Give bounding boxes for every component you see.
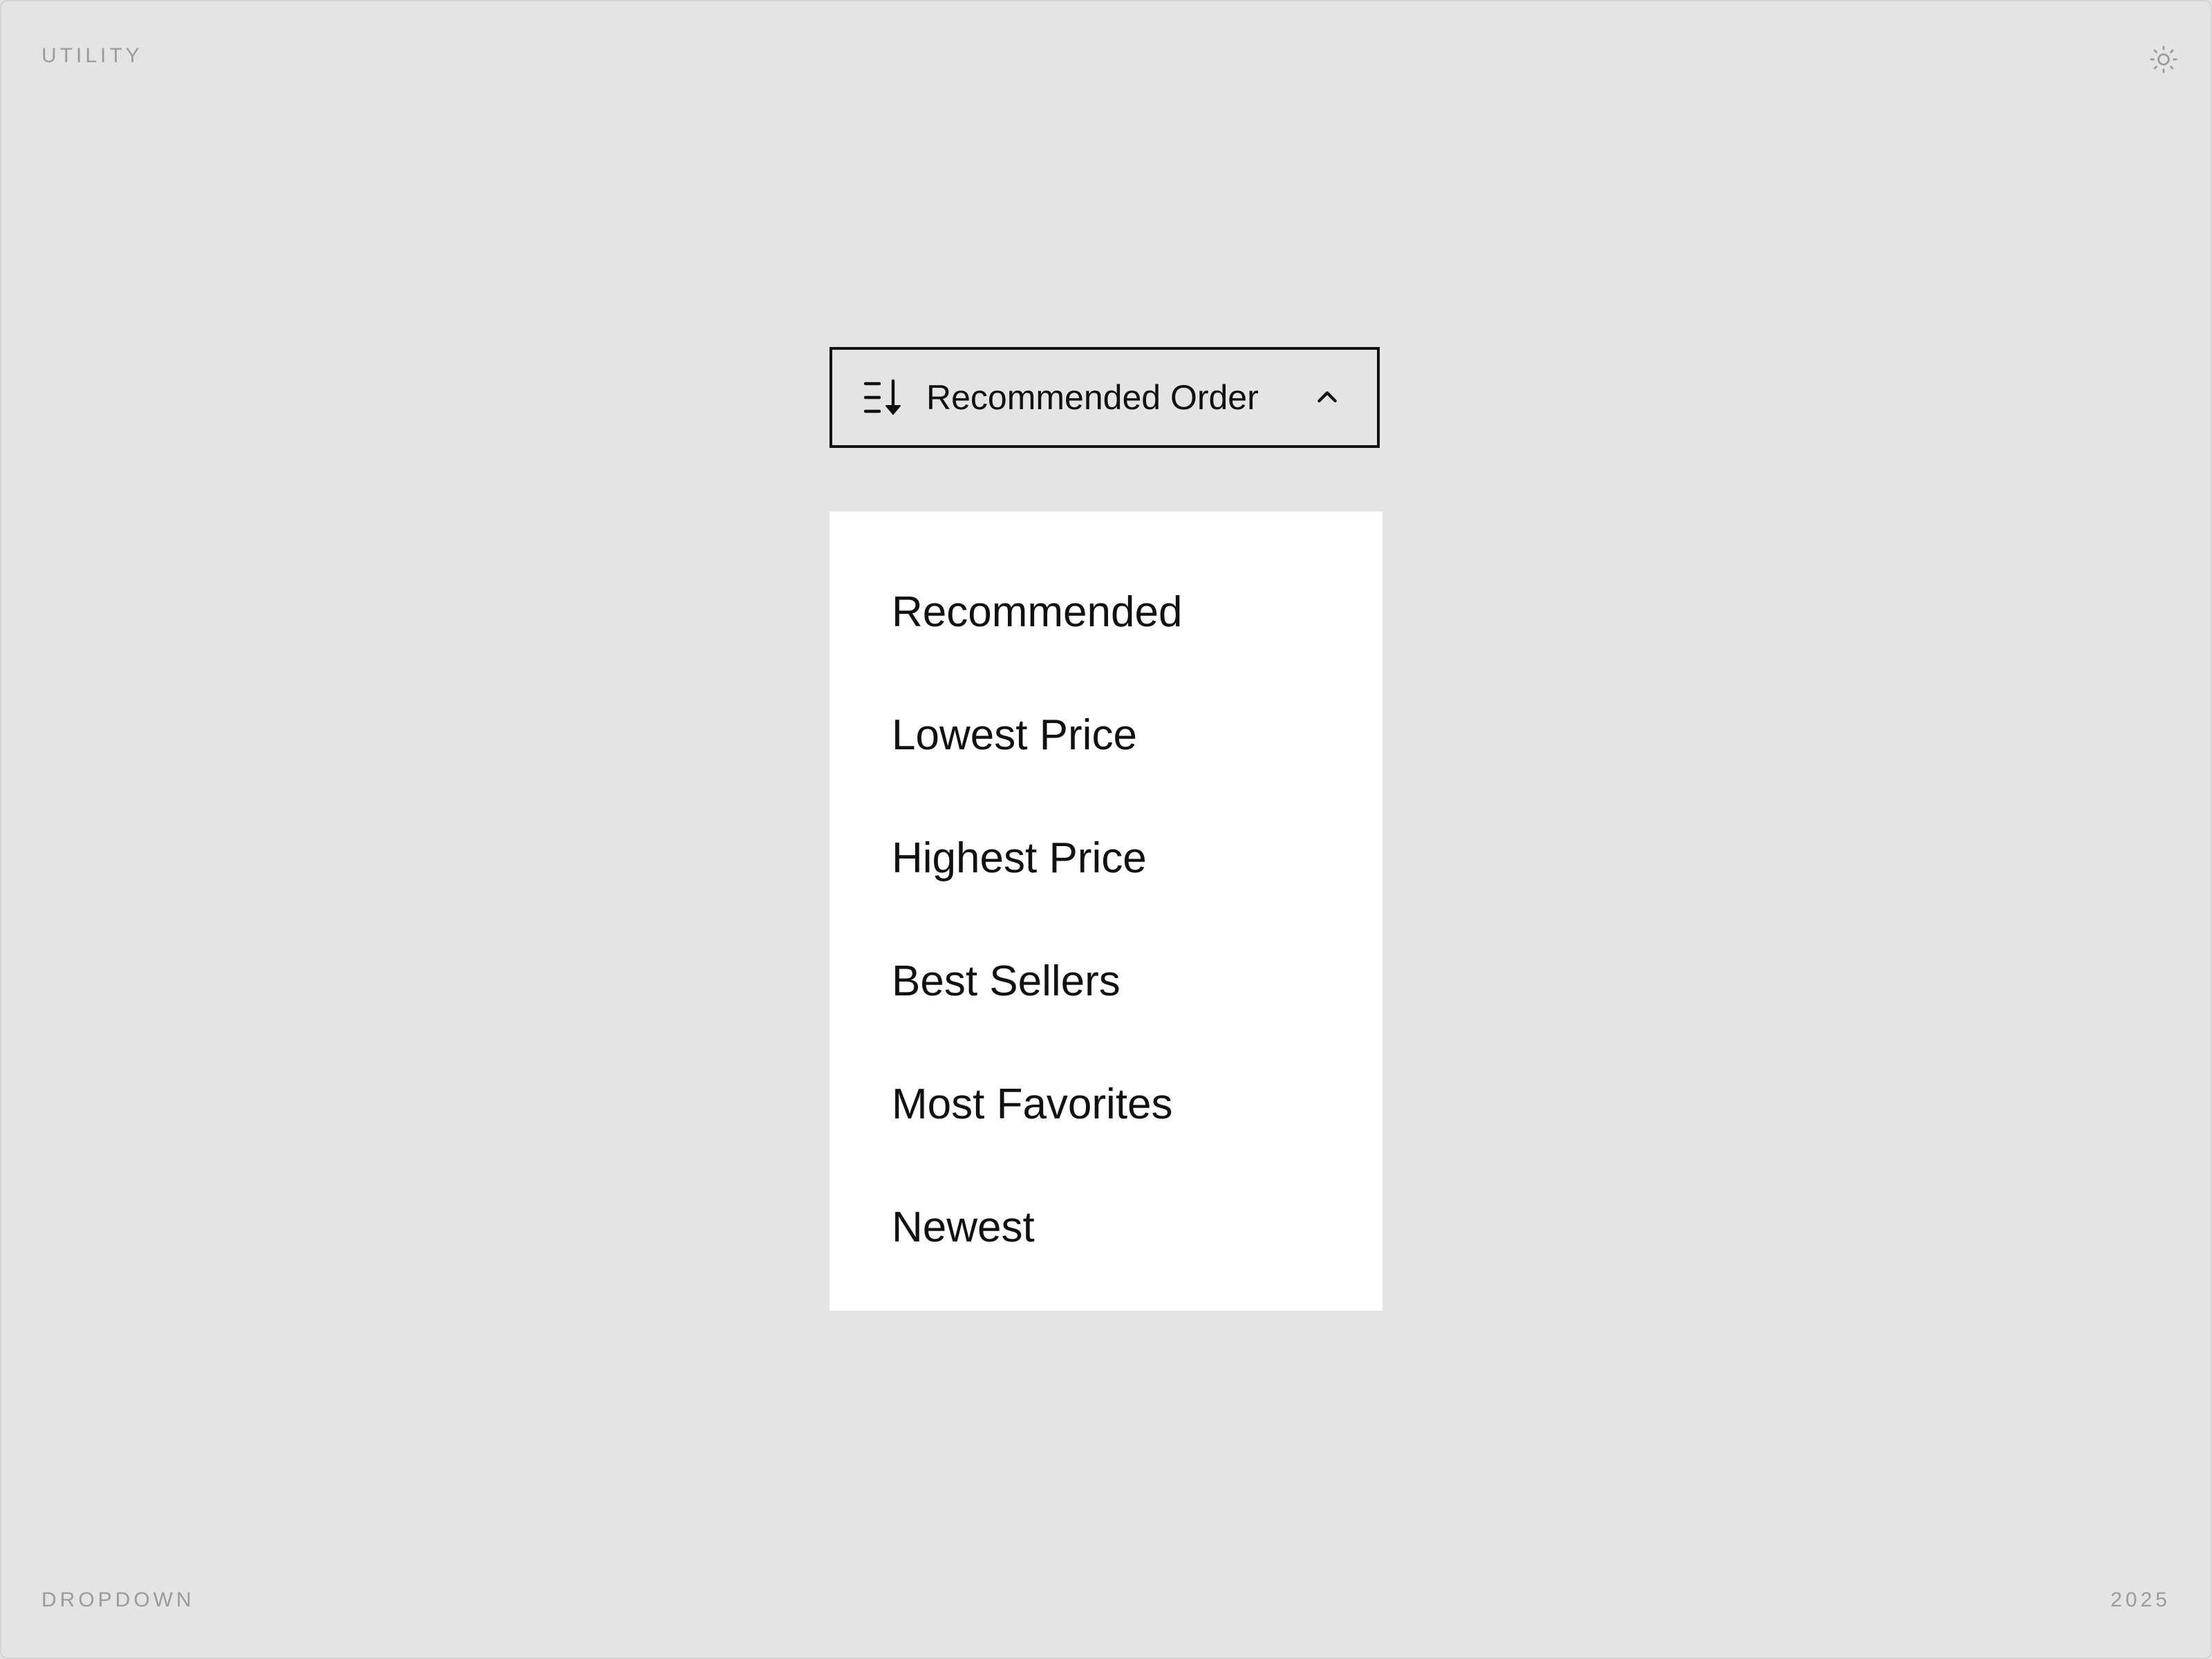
section-label: UTILITY [41, 44, 143, 67]
theme-toggle-button[interactable] [2143, 39, 2184, 80]
sort-option-best-sellers[interactable]: Best Sellers [830, 919, 1382, 1042]
sort-option-highest-price[interactable]: Highest Price [830, 796, 1382, 919]
sort-descending-icon [863, 377, 904, 418]
year-label: 2025 [2110, 1588, 2171, 1611]
sort-option-recommended[interactable]: Recommended [830, 550, 1382, 673]
sort-option-newest[interactable]: Newest [830, 1165, 1382, 1288]
sort-dropdown-button[interactable]: Recommended Order [830, 347, 1380, 448]
sort-option-lowest-price[interactable]: Lowest Price [830, 673, 1382, 796]
component-name-label: DROPDOWN [41, 1588, 195, 1611]
selected-sort-label: Recommended Order [926, 378, 1259, 417]
sun-icon [2150, 46, 2177, 73]
sort-options-menu: Recommended Lowest Price Highest Price B… [830, 512, 1382, 1311]
sort-option-most-favorites[interactable]: Most Favorites [830, 1042, 1382, 1165]
chevron-up-icon [1308, 378, 1347, 417]
